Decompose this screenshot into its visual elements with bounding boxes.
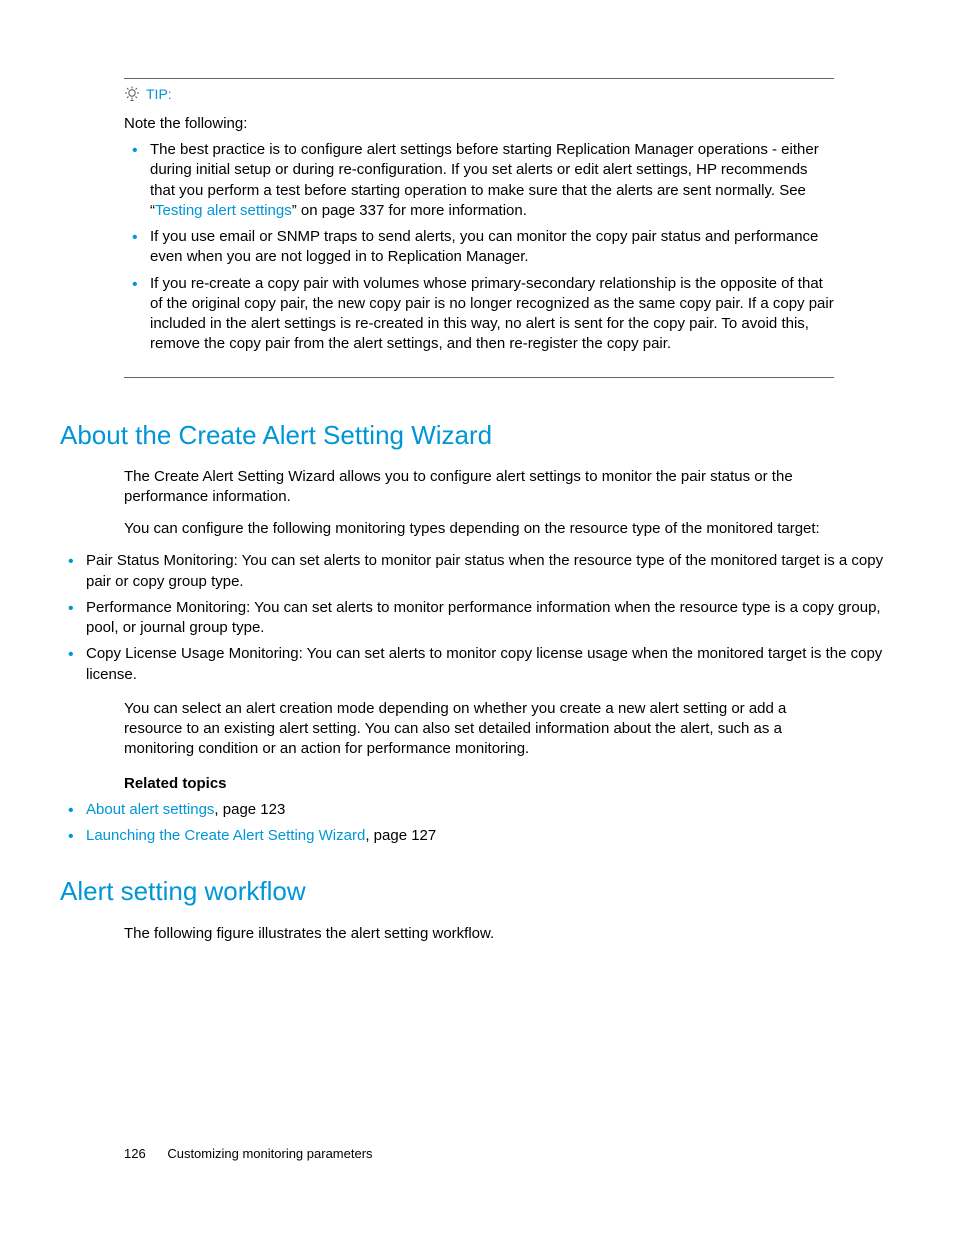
tip-label: TIP:: [146, 85, 172, 104]
link-testing-alert-settings[interactable]: Testing alert settings: [155, 202, 292, 219]
chapter-title: Customizing monitoring parameters: [167, 1146, 372, 1161]
list-item: Launching the Create Alert Setting Wizar…: [60, 826, 894, 846]
body-text: The Create Alert Setting Wizard allows y…: [124, 467, 834, 508]
tip-list: The best practice is to configure alert …: [124, 140, 834, 355]
related-topics-heading: Related topics: [124, 774, 834, 794]
list-item: Performance Monitoring: You can set aler…: [60, 598, 894, 639]
heading-about-create-alert-wizard: About the Create Alert Setting Wizard: [60, 418, 894, 453]
list-item: If you use email or SNMP traps to send a…: [124, 227, 834, 268]
list-item: Pair Status Monitoring: You can set aler…: [60, 551, 894, 592]
list-item: The best practice is to configure alert …: [124, 140, 834, 221]
link-launching-create-alert-wizard[interactable]: Launching the Create Alert Setting Wizar…: [86, 827, 365, 844]
page-number: 126: [124, 1146, 146, 1161]
list-item: If you re-create a copy pair with volume…: [124, 274, 834, 355]
link-about-alert-settings[interactable]: About alert settings: [86, 801, 214, 818]
body-text: ” on page 337 for more information.: [292, 202, 527, 219]
body-text: You can select an alert creation mode de…: [124, 699, 834, 760]
body-text: Copy License Usage Monitoring: You can s…: [86, 645, 882, 682]
body-text: , page 123: [214, 801, 285, 818]
heading-alert-setting-workflow: Alert setting workflow: [60, 874, 894, 909]
related-topics-list: About alert settings, page 123 Launching…: [60, 800, 894, 847]
body-text: The following figure illustrates the ale…: [124, 924, 834, 944]
body-text: Performance Monitoring: You can set aler…: [86, 599, 881, 636]
page-footer: 126 Customizing monitoring parameters: [124, 1145, 373, 1163]
tip-note: Note the following:: [124, 114, 834, 134]
tip-callout: TIP: Note the following: The best practi…: [124, 78, 834, 378]
body-text: Pair Status Monitoring: You can set aler…: [86, 552, 883, 589]
body-text: , page 127: [365, 827, 436, 844]
tip-header: TIP:: [124, 85, 834, 104]
body-text: You can configure the following monitori…: [124, 519, 834, 539]
list-item: Copy License Usage Monitoring: You can s…: [60, 644, 894, 685]
list-item: About alert settings, page 123: [60, 800, 894, 820]
body-text: If you use email or SNMP traps to send a…: [150, 228, 818, 265]
monitoring-types-list: Pair Status Monitoring: You can set aler…: [60, 551, 894, 685]
body-text: If you re-create a copy pair with volume…: [150, 275, 834, 353]
lightbulb-icon: [124, 86, 140, 102]
document-page: TIP: Note the following: The best practi…: [0, 0, 954, 1235]
